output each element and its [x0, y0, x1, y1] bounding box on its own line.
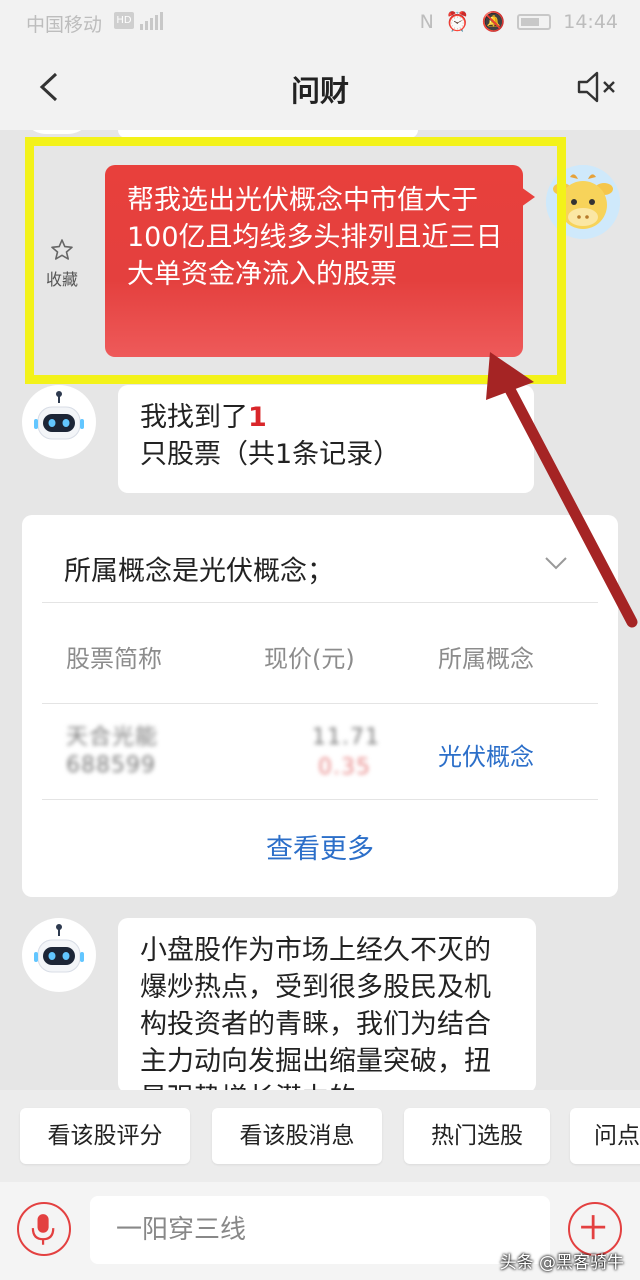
star-icon: [51, 239, 73, 260]
chat-area[interactable]: 收藏 帮我选出光伏概念中市值大于100亿且均线多头排列且近三日大单资金净流入的股…: [0, 130, 640, 1090]
battery-icon: [517, 13, 552, 30]
hd-badge: HD: [114, 12, 134, 29]
bot-avatar: [22, 918, 96, 992]
divider: [42, 799, 598, 800]
plus-icon: [581, 1215, 606, 1240]
column-header-concept: 所属概念: [438, 645, 534, 673]
microphone-icon: [31, 1214, 55, 1245]
reply-prefix: 我找到了: [140, 402, 248, 433]
stock-code: 688599: [66, 753, 156, 778]
carrier-name: 中国移动: [26, 14, 103, 36]
collect-label: 收藏: [45, 270, 78, 289]
status-bar: 中国移动 HD N ⏰ 🔕 14:44: [0, 0, 640, 44]
collect-button[interactable]: 收藏: [42, 238, 82, 290]
stock-change: 0.35: [318, 755, 371, 780]
page-title: 问财: [290, 74, 349, 108]
column-header-price: 现价(元): [264, 645, 355, 673]
bot-avatar: [22, 385, 96, 459]
cow-avatar-icon: [546, 165, 620, 239]
robot-icon: [23, 386, 95, 458]
stock-price: 11.71: [312, 725, 380, 750]
robot-icon: [23, 919, 95, 991]
clock: 14:44: [563, 10, 618, 33]
divider: [42, 602, 598, 603]
microphone-button[interactable]: [17, 1202, 71, 1256]
result-card: 所属概念是光伏概念； 股票简称 现价(元) 所属概念 天合光能 688599 1…: [22, 515, 618, 897]
user-avatar[interactable]: [546, 165, 620, 239]
divider: [42, 703, 598, 704]
stock-name: 天合光能: [66, 725, 159, 750]
signal-icon: [140, 12, 163, 30]
quick-actions-bar: 看该股评分 看该股消息 热门选股 问点: [0, 1090, 640, 1182]
quick-action-stock-rating[interactable]: 看该股评分: [20, 1108, 190, 1164]
chevron-down-icon[interactable]: [544, 555, 568, 571]
quick-action-hot-picks[interactable]: 热门选股: [404, 1108, 550, 1164]
column-header-name: 股票简称: [66, 645, 162, 673]
condition-text: 所属概念是光伏概念；: [64, 556, 334, 587]
quick-action-ask[interactable]: 问点: [570, 1108, 640, 1164]
watermark: 头条 @黑客骑牛: [499, 1253, 624, 1273]
bot-reply-bubble-2: 小盘股作为市场上经久不灭的爆炒热点，受到很多股民及机构投资者的青睐，我们为结合主…: [118, 918, 536, 1090]
message-input[interactable]: 一阳穿三线: [90, 1196, 550, 1264]
user-message-row: 收藏 帮我选出光伏概念中市值大于100亿且均线多头排列且近三日大单资金净流入的股…: [0, 130, 640, 384]
do-not-disturb-icon: 🔕: [481, 11, 506, 33]
alarm-icon: ⏰: [445, 11, 470, 33]
result-count: 1: [248, 402, 267, 433]
sound-off-icon[interactable]: [576, 70, 618, 104]
user-message-bubble[interactable]: 帮我选出光伏概念中市值大于100亿且均线多头排列且近三日大单资金净流入的股票: [105, 165, 535, 357]
concept-link[interactable]: 光伏概念: [438, 737, 534, 772]
reply-suffix: 只股票（共1条记录）: [140, 439, 401, 470]
app-header: 问财: [0, 44, 640, 130]
nfc-icon: N: [419, 10, 434, 33]
view-more-link[interactable]: 查看更多: [22, 827, 618, 866]
bot-reply-bubble: 我找到了1 只股票（共1条记录）: [118, 385, 534, 493]
quick-action-stock-news[interactable]: 看该股消息: [212, 1108, 382, 1164]
